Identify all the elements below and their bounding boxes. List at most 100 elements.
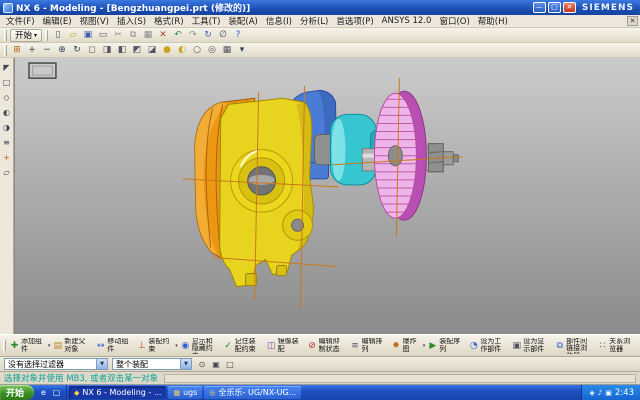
redo-icon[interactable]: ↷ (186, 29, 200, 42)
mirror-assembly-button[interactable]: ◫ 镜像装配 (265, 335, 306, 356)
move-component-button[interactable]: ↔ 移动组件 (94, 335, 135, 356)
zoom-in-icon[interactable]: + (25, 44, 39, 57)
layers-icon[interactable]: ≡ (1, 136, 13, 148)
tray-network-icon[interactable]: ◈ (589, 389, 594, 397)
minimize-button[interactable]: — (533, 2, 546, 13)
menu-items: 文件(F)编辑(E)视图(V)插入(S)格式(R)工具(T)装配(A)信息(I)… (2, 15, 512, 27)
tray-volume-icon[interactable]: ♪ (598, 389, 602, 397)
open-folder-icon[interactable]: ▱ (66, 29, 80, 42)
viewport[interactable] (14, 58, 640, 334)
side-view-icon[interactable]: ◨ (100, 44, 114, 57)
make-displayed-part-button[interactable]: ▣ 设为显示部件 (510, 335, 553, 356)
menu-item[interactable]: 文件(F) (2, 15, 39, 27)
menu-item[interactable]: 视图(V) (76, 15, 113, 27)
show-object-icon[interactable]: ◑ (1, 121, 13, 133)
general-selection-icon[interactable]: □ (224, 358, 236, 370)
chevron-down-icon[interactable]: ▼ (96, 359, 107, 369)
shaded-edges-view-icon[interactable]: ◐ (175, 44, 189, 57)
assembly-sequences-button[interactable]: ▶ 装配序列 (426, 335, 467, 356)
wireframe-view-icon[interactable]: ○ (190, 44, 204, 57)
type-filter-combo[interactable]: 没有选择过滤器 ▼ (4, 358, 108, 370)
selection-scope-combo[interactable]: 整个装配 ▼ (112, 358, 192, 370)
assembly-button-label: 镜像装配 (278, 338, 304, 353)
pan-icon[interactable]: ⊕ (55, 44, 69, 57)
assembly-constraints-button[interactable]: ⊥ 装配约束 ▾ (135, 335, 178, 356)
hide-object-icon[interactable]: ◐ (1, 106, 13, 118)
zoom-out-icon[interactable]: − (40, 44, 54, 57)
menu-item[interactable]: 插入(S) (113, 15, 150, 27)
studio-render-icon[interactable]: ◎ (205, 44, 219, 57)
help-icon[interactable]: ? (231, 29, 245, 42)
menu-item[interactable]: 窗口(O) (435, 15, 473, 27)
maximize-button[interactable]: □ (548, 2, 561, 13)
front-view-icon[interactable]: ◻ (85, 44, 99, 57)
assembly-button-icon: ↔ (95, 340, 106, 351)
snapshot-icon[interactable]: ▦ (220, 44, 234, 57)
edit-suppression-state-button[interactable]: ⊘ 编辑抑制状态 (306, 335, 349, 356)
toolbar-grip[interactable] (4, 30, 7, 41)
toolbar-grip[interactable] (4, 45, 7, 56)
trimetric-view-icon[interactable]: ◪ (145, 44, 159, 57)
task-chat-window[interactable]: ◎ 全乐乐- UG/NX-UG... (204, 386, 301, 399)
menu-item[interactable]: 装配(A) (224, 15, 261, 27)
close-button[interactable]: ✕ (563, 2, 576, 13)
make-work-part-button[interactable]: ◔ 设为工作部件 (467, 335, 510, 356)
assembly-button-icon: ▣ (511, 340, 522, 351)
exploded-views-button[interactable]: ✸ 爆炸图 ▾ (390, 335, 427, 356)
show-hide-constraints-button[interactable]: ◉ 显示和隐藏约束 (179, 335, 222, 356)
new-parent-button[interactable]: ▤ 新建父对象 (51, 335, 94, 356)
sleeve-rim (331, 118, 345, 180)
repeat-command-icon[interactable]: ↻ (201, 29, 215, 42)
rectangle-select-icon[interactable]: □ (1, 76, 13, 88)
task-ugs-folder[interactable]: ▦ ugs (168, 386, 202, 399)
shaded-view-icon[interactable]: ● (160, 44, 174, 57)
menu-item[interactable]: 信息(I) (262, 15, 296, 27)
save-icon[interactable]: ▣ (81, 29, 95, 42)
new-file-icon[interactable]: ▯ (51, 29, 65, 42)
remember-constraints-button[interactable]: ✓ 记住装配约束 (222, 335, 265, 356)
print-icon[interactable]: ▭ (96, 29, 110, 42)
rotate-view-icon[interactable]: ↻ (70, 44, 84, 57)
menu-item[interactable]: ANSYS 12.0 (378, 16, 436, 26)
mdi-close-button[interactable]: ✕ (627, 16, 638, 26)
edit-arrangements-button[interactable]: ≡ 编辑排列 (349, 335, 390, 356)
assembly-button-label: 装配约束 (148, 338, 174, 353)
start-module-label: 开始 (15, 29, 32, 41)
gear-pink-part[interactable] (374, 91, 426, 220)
toolbar-grip[interactable] (45, 30, 48, 41)
highlight-selection-icon[interactable]: ▣ (210, 358, 222, 370)
menu-item[interactable]: 分析(L) (296, 15, 332, 27)
add-component-button[interactable]: ✚ 添加组件 ▾ (8, 335, 51, 356)
menu-item[interactable]: 帮助(H) (474, 15, 512, 27)
ie-quicklaunch-icon[interactable]: e (38, 387, 49, 398)
paste-icon[interactable]: ▦ (141, 29, 155, 42)
copy-icon[interactable]: ⧉ (126, 29, 140, 42)
snap-point-icon[interactable]: ⊙ (196, 358, 208, 370)
start-button[interactable]: 开始 (0, 385, 34, 400)
undo-icon[interactable]: ↶ (171, 29, 185, 42)
datum-plane-icon[interactable]: ▱ (1, 166, 13, 178)
fit-view-icon[interactable]: ⊞ (10, 44, 24, 57)
task-nx-window[interactable]: ◆ NX 6 - Modeling - ... (69, 386, 166, 399)
menu-item[interactable]: 工具(T) (188, 15, 225, 27)
tray-safety-icon[interactable]: ▣ (605, 389, 612, 397)
wcs-icon[interactable]: + (1, 151, 13, 163)
view-menu-caret-icon[interactable]: ▾ (235, 44, 249, 57)
menu-item[interactable]: 格式(R) (150, 15, 188, 27)
task-button-label: ugs (183, 388, 197, 397)
polygon-select-icon[interactable]: ◇ (1, 91, 13, 103)
toolbar-grip[interactable] (3, 340, 6, 351)
measure-icon[interactable]: ∅ (216, 29, 230, 42)
pointer-select-icon[interactable]: ◤ (1, 61, 13, 73)
show-desktop-icon[interactable]: ▢ (51, 387, 62, 398)
delete-icon[interactable]: ✕ (156, 29, 170, 42)
menu-item[interactable]: 首选项(P) (332, 15, 377, 27)
interpart-link-browser-button[interactable]: ⧉ 部件间链接浏览器 (553, 335, 596, 356)
relations-browser-button[interactable]: ∷ 关系浏览器 (596, 335, 639, 356)
cut-icon[interactable]: ✂ (111, 29, 125, 42)
menu-item[interactable]: 编辑(E) (39, 15, 76, 27)
chevron-down-icon[interactable]: ▼ (180, 359, 191, 369)
start-module-button[interactable]: 开始 ▾ (10, 29, 42, 42)
isometric-view-icon[interactable]: ◩ (130, 44, 144, 57)
top-view-icon[interactable]: ◧ (115, 44, 129, 57)
